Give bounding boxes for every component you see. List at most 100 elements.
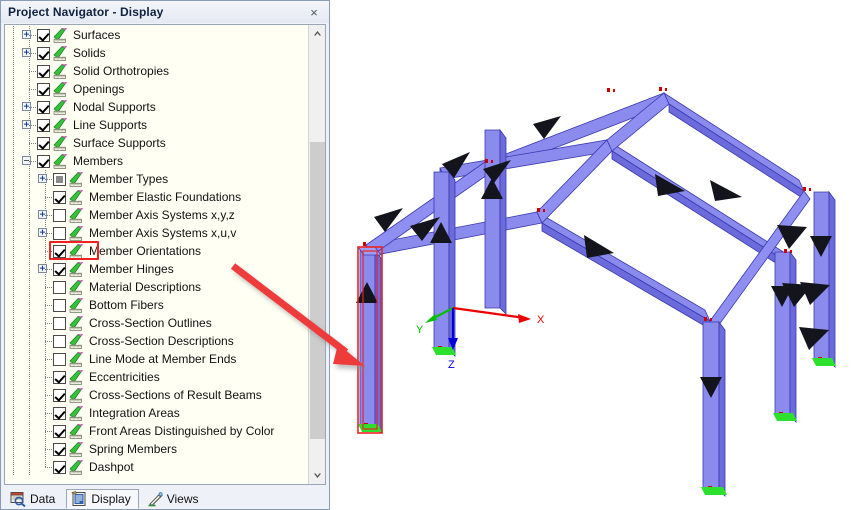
tree-item-front-areas-distinguished-by-color[interactable]: Front Areas Distinguished by Color xyxy=(5,422,308,440)
collapse-minus-icon[interactable] xyxy=(22,156,31,165)
tree-item-checkbox[interactable] xyxy=(53,172,66,186)
tree-item-cross-section-descriptions[interactable]: Cross-Section Descriptions xyxy=(5,332,308,350)
tree-guide-line xyxy=(5,134,21,152)
tree-item-checkbox[interactable] xyxy=(37,28,50,42)
tree-item-checkbox[interactable] xyxy=(53,262,66,276)
tree-item-dashpot[interactable]: Dashpot xyxy=(5,458,308,476)
expand-plus-icon[interactable] xyxy=(22,102,31,111)
tree-indent-guides xyxy=(5,458,53,476)
tree-item-label: Members xyxy=(73,154,124,168)
tree-item-checkbox[interactable] xyxy=(53,334,66,348)
pencil-ruler-icon xyxy=(68,279,84,295)
tree-item-label: Cross-Section Outlines xyxy=(89,316,212,330)
display-options-tree[interactable]: Surfaces Solids Solid Orthotropies Openings… xyxy=(5,25,308,476)
tree-item-spring-members[interactable]: Spring Members xyxy=(5,440,308,458)
tree-item-surface-supports[interactable]: Surface Supports xyxy=(5,134,308,152)
tree-item-checkbox[interactable] xyxy=(53,280,66,294)
expand-plus-icon[interactable] xyxy=(38,264,47,273)
pencil-ruler-icon xyxy=(68,333,84,349)
tree-item-solid-orthotropies[interactable]: Solid Orthotropies xyxy=(5,62,308,80)
tree-item-members[interactable]: Members xyxy=(5,152,308,170)
tree-item-member-axis-systems-x-y-z[interactable]: Member Axis Systems x,y,z xyxy=(5,206,308,224)
tree-item-checkbox[interactable] xyxy=(53,298,66,312)
tab-display[interactable]: Display xyxy=(66,489,139,509)
tree-item-checkbox[interactable] xyxy=(53,370,66,384)
tree-item-checkbox[interactable] xyxy=(53,244,66,258)
tree-guide-line xyxy=(5,98,21,116)
tree-item-checkbox[interactable] xyxy=(53,208,66,222)
tree-item-checkbox[interactable] xyxy=(37,154,50,168)
tree-item-member-elastic-foundations[interactable]: Member Elastic Foundations xyxy=(5,188,308,206)
expand-plus-icon[interactable] xyxy=(22,30,31,39)
member-rafter-front-right[interactable] xyxy=(536,211,711,330)
tree-vertical-scrollbar[interactable] xyxy=(308,25,325,484)
tree-item-checkbox[interactable] xyxy=(37,118,50,132)
member-column-rear-left[interactable] xyxy=(484,128,507,315)
tree-item-checkbox[interactable] xyxy=(53,424,66,438)
tree-guide-line xyxy=(5,332,21,350)
tree-item-line-mode-at-member-ends[interactable]: Line Mode at Member Ends xyxy=(5,350,308,368)
navigator-tabbar[interactable]: Data Display Views xyxy=(1,485,329,509)
expand-plus-icon[interactable] xyxy=(22,120,31,129)
tab-views[interactable]: Views xyxy=(142,489,207,509)
tree-item-checkbox[interactable] xyxy=(37,82,50,96)
tree-item-cross-sections-of-result-beams[interactable]: Cross-Sections of Result Beams xyxy=(5,386,308,404)
pencil-ruler-icon xyxy=(68,369,84,385)
chevron-down-icon[interactable] xyxy=(309,467,325,484)
tree-item-checkbox[interactable] xyxy=(53,460,66,474)
close-icon[interactable]: × xyxy=(301,3,327,22)
tree-item-cross-section-outlines[interactable]: Cross-Section Outlines xyxy=(5,314,308,332)
tree-item-member-hinges[interactable]: Member Hinges xyxy=(5,260,308,278)
tree-item-line-supports[interactable]: Line Supports xyxy=(5,116,308,134)
tree-item-nodal-supports[interactable]: Nodal Supports xyxy=(5,98,308,116)
scrollbar-thumb[interactable] xyxy=(310,142,325,439)
tree-item-material-descriptions[interactable]: Material Descriptions xyxy=(5,278,308,296)
tree-item-checkbox[interactable] xyxy=(53,442,66,456)
tree-item-checkbox[interactable] xyxy=(37,136,50,150)
tree-item-checkbox[interactable] xyxy=(53,226,66,240)
tree-guide-connector xyxy=(37,278,53,296)
tab-data[interactable]: Data xyxy=(5,489,63,509)
tree-item-integration-areas[interactable]: Integration Areas xyxy=(5,404,308,422)
chevron-up-icon[interactable] xyxy=(309,25,325,42)
member-column-mid-left[interactable] xyxy=(433,170,456,357)
tree-item-openings[interactable]: Openings xyxy=(5,80,308,98)
tree-item-checkbox[interactable] xyxy=(53,406,66,420)
tree-item-surfaces[interactable]: Surfaces xyxy=(5,26,308,44)
tree-item-eccentricities[interactable]: Eccentricities xyxy=(5,368,308,386)
tree-scroll-area[interactable]: Surfaces Solids Solid Orthotropies Openings… xyxy=(5,25,308,484)
expand-plus-icon[interactable] xyxy=(38,228,47,237)
tab-label: Views xyxy=(166,492,199,506)
tree-item-checkbox[interactable] xyxy=(37,100,50,114)
tree-guide-connector xyxy=(37,296,53,314)
model-viewport[interactable]: X Y Z xyxy=(330,0,856,510)
tree-guide-connector xyxy=(21,26,37,44)
pencil-ruler-icon xyxy=(68,351,84,367)
data-magnifier-icon xyxy=(10,491,27,507)
tree-item-checkbox[interactable] xyxy=(37,64,50,78)
tree-item-checkbox[interactable] xyxy=(53,388,66,402)
tree-item-member-types[interactable]: Member Types xyxy=(5,170,308,188)
tree-guide-line xyxy=(5,368,21,386)
tree-guide-line xyxy=(5,296,21,314)
tree-indent-guides xyxy=(5,62,37,80)
tree-item-member-axis-systems-x-u-v[interactable]: Member Axis Systems x,u,v xyxy=(5,224,308,242)
expand-plus-icon[interactable] xyxy=(38,174,47,183)
member-rafter-rear-right[interactable] xyxy=(663,91,805,200)
tree-item-checkbox[interactable] xyxy=(53,190,66,204)
member-column-mid-right[interactable] xyxy=(774,250,797,423)
tree-item-bottom-fibers[interactable]: Bottom Fibers xyxy=(5,296,308,314)
tree-item-checkbox[interactable] xyxy=(53,352,66,366)
tree-item-label: Bottom Fibers xyxy=(89,298,164,312)
tree-item-checkbox[interactable] xyxy=(37,46,50,60)
tree-item-solids[interactable]: Solids xyxy=(5,44,308,62)
member-column-front-right[interactable] xyxy=(702,320,726,497)
tree-item-member-orientations[interactable]: Member Orientations xyxy=(5,242,308,260)
tree-guide-line xyxy=(5,386,21,404)
expand-plus-icon[interactable] xyxy=(38,210,47,219)
tree-guide-connector xyxy=(21,80,37,98)
tree-item-checkbox[interactable] xyxy=(53,316,66,330)
tree-indent-guides xyxy=(5,206,53,224)
expand-plus-icon[interactable] xyxy=(22,48,31,57)
scrollbar-track[interactable] xyxy=(309,42,325,467)
